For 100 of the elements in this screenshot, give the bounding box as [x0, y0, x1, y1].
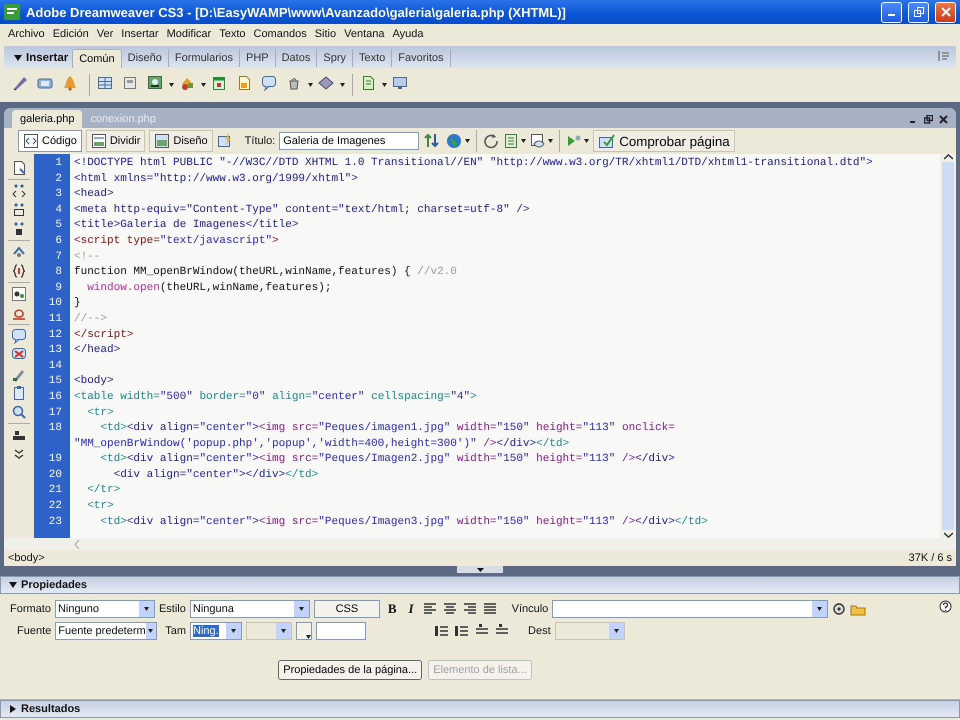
checkmark-icon[interactable] [598, 133, 616, 149]
splitter-handle[interactable] [457, 566, 503, 573]
insert-tab[interactable]: Texto [352, 49, 392, 67]
caret-icon[interactable] [817, 607, 822, 611]
caret-icon[interactable] [144, 607, 149, 611]
insert-tab[interactable]: Favoritos [392, 49, 451, 67]
close-icon[interactable] [939, 115, 948, 124]
bullet-list-icon[interactable] [434, 623, 450, 639]
caret-icon[interactable] [521, 139, 526, 143]
eye-icon[interactable] [530, 133, 546, 149]
help-icon[interactable] [939, 600, 952, 613]
caret-icon[interactable] [169, 83, 174, 87]
expand-triangle-icon[interactable] [9, 705, 17, 713]
caret-icon[interactable] [382, 83, 387, 87]
refresh-icon[interactable] [483, 133, 500, 149]
caret-icon[interactable] [148, 629, 154, 633]
scroll-down-icon[interactable] [944, 532, 952, 538]
bold-button[interactable]: B [384, 601, 401, 617]
caret-icon[interactable] [614, 629, 619, 633]
panel-button[interactable]: Propiedades de la página... [278, 660, 422, 680]
align-center-icon[interactable] [442, 601, 458, 617]
expand-icon[interactable] [11, 183, 27, 199]
insert-tab[interactable]: Formularios [168, 49, 240, 67]
align-right-icon[interactable] [462, 601, 478, 617]
caret-icon[interactable] [306, 635, 312, 639]
panel-menu-icon[interactable] [938, 50, 950, 62]
design-view-icon[interactable] [154, 133, 170, 149]
menu-item[interactable]: Archivo [4, 28, 49, 40]
results-header[interactable]: Resultados [0, 700, 960, 718]
play-check-icon[interactable] [566, 133, 582, 149]
clipboard-icon[interactable] [11, 385, 27, 401]
caret-icon[interactable] [281, 629, 286, 633]
caret-icon[interactable] [548, 139, 554, 143]
caret-icon[interactable] [201, 83, 206, 87]
horizontal-scrollbar[interactable] [4, 538, 956, 550]
caret-icon[interactable] [298, 607, 304, 611]
caret-icon[interactable] [340, 83, 345, 87]
title-field[interactable]: Galeria de Imagenes [279, 132, 420, 150]
split-view-icon[interactable] [90, 133, 107, 149]
close-button[interactable] [935, 2, 956, 22]
color-field[interactable] [316, 622, 366, 640]
code-view-icon[interactable] [23, 133, 39, 149]
menu-item[interactable]: Ayuda [388, 28, 428, 40]
title-label: Título: [244, 135, 276, 147]
menu-item[interactable]: Edición [48, 28, 93, 40]
document-icon[interactable] [11, 160, 27, 176]
view-button[interactable]: Diseño [149, 130, 213, 152]
view-button[interactable]: Dividir [86, 130, 146, 152]
font-select[interactable]: Fuente predeterm [55, 622, 158, 640]
css-button[interactable]: CSS [314, 600, 380, 618]
menu-item[interactable]: Sitio [310, 28, 340, 40]
caret-icon[interactable] [231, 629, 236, 633]
caret-icon[interactable] [584, 139, 590, 143]
justify-icon[interactable] [482, 601, 498, 617]
insert-tab[interactable]: PHP [240, 49, 276, 67]
insert-tab[interactable]: Datos [276, 49, 318, 67]
insert-tab[interactable]: Spry [317, 49, 353, 67]
size-select[interactable]: Ning. [190, 622, 242, 640]
caret-icon[interactable] [308, 83, 313, 87]
menu-item[interactable]: Ventana [340, 28, 388, 40]
menu-item[interactable]: Insertar [117, 28, 163, 40]
target-icon[interactable] [832, 602, 846, 616]
braces-icon[interactable] [11, 263, 27, 279]
magnifier-icon[interactable] [11, 404, 27, 420]
view-button[interactable]: Código [18, 130, 82, 152]
scroll-up-icon[interactable] [944, 154, 952, 160]
properties-header[interactable]: Propiedades [0, 576, 960, 594]
align-left-icon[interactable] [422, 601, 438, 617]
transfer-arrows-icon[interactable] [423, 132, 442, 150]
link-field[interactable] [552, 600, 828, 618]
globe-icon[interactable] [445, 132, 464, 150]
style-select[interactable]: Ninguna [190, 600, 310, 618]
collapse-triangle-icon[interactable] [14, 54, 22, 62]
restore-icon[interactable] [924, 115, 933, 124]
color-swatch[interactable] [296, 622, 312, 640]
check-page-button[interactable]: Comprobar página [593, 130, 735, 152]
insert-tab[interactable]: Diseño [122, 49, 169, 67]
menu-item[interactable]: Comandos [250, 28, 311, 40]
code-line: <head> [74, 188, 114, 200]
numbered-list-icon[interactable] [454, 623, 470, 639]
comment-icon[interactable] [11, 328, 27, 344]
collapse-triangle-icon[interactable] [9, 581, 17, 589]
line-number: 15 [48, 375, 62, 388]
insert-tab[interactable]: Común [72, 49, 122, 68]
restore-icon[interactable] [914, 7, 924, 17]
vertical-scrollbar[interactable] [940, 154, 956, 538]
list-page-icon[interactable] [503, 133, 520, 149]
menu-item[interactable]: Texto [215, 28, 250, 40]
menu-item[interactable]: Modificar [162, 28, 216, 40]
menu-item[interactable]: Ver [92, 28, 118, 40]
insert-panel-header[interactable]: Insertar [10, 52, 72, 68]
minimize-button[interactable] [881, 2, 902, 22]
collapse-icon[interactable] [11, 202, 27, 218]
document-tab[interactable]: galeria.php [12, 110, 82, 128]
restore-button[interactable] [908, 2, 929, 22]
italic-button[interactable]: I [404, 601, 418, 617]
code-line: function MM_openBrWindow(theURL,winName,features) { //v2.0 [74, 266, 457, 278]
format-select[interactable]: Ninguno [54, 600, 155, 618]
caret-icon[interactable] [465, 139, 470, 143]
tag-selector[interactable]: <body> [8, 552, 45, 564]
